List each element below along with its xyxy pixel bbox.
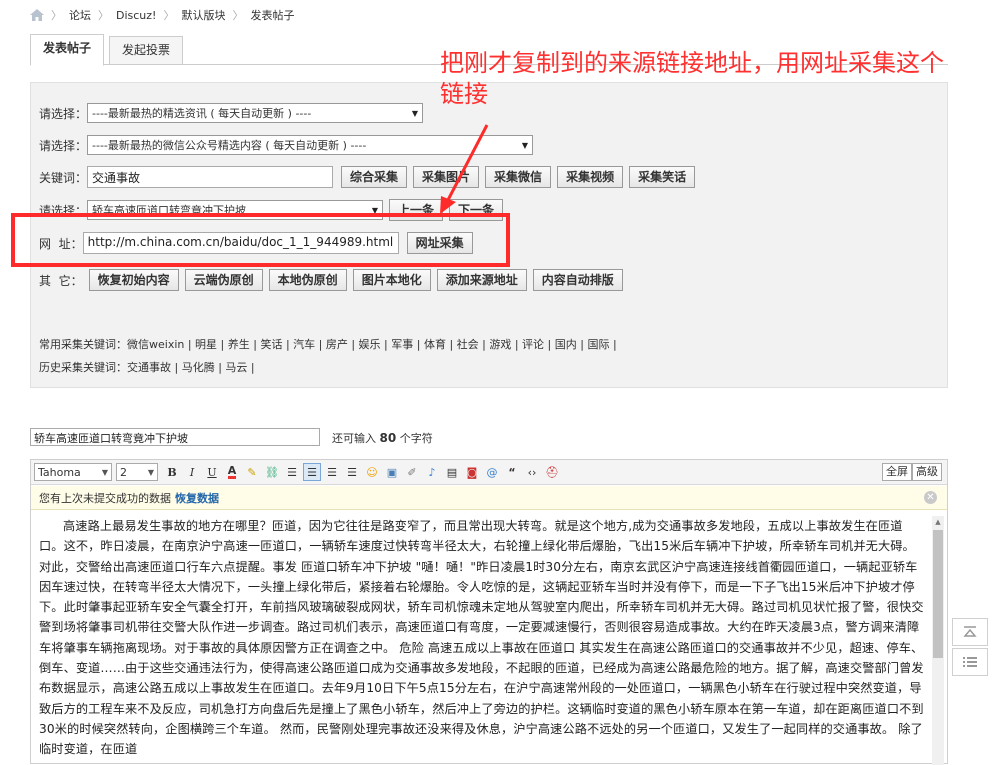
bold-icon[interactable]: B — [163, 463, 181, 481]
remaining-chars-hint: 还可输入 80 个字符 — [332, 430, 433, 446]
close-icon[interactable]: ✕ — [924, 491, 937, 504]
font-family-value: Tahoma — [38, 465, 81, 479]
remaining-count: 80 — [379, 431, 397, 445]
scroll-up-icon[interactable]: ▲ — [932, 516, 944, 528]
emoticon-icon[interactable]: ☺ — [363, 463, 381, 481]
link-icon[interactable]: ⛓ — [263, 463, 281, 481]
code-icon[interactable]: ‹› — [523, 463, 541, 481]
align-left-icon[interactable]: ☰ — [283, 463, 301, 481]
editor-content[interactable]: 高速路上最易发生事故的地方在哪里？匝道，因为它往往是路变窄了，而且常出现大转弯。… — [39, 516, 924, 760]
unsaved-data-notice: 您有上次未提交成功的数据 恢复数据 ✕ — [31, 486, 947, 510]
editor-scrollbar[interactable]: ▲ — [932, 516, 944, 765]
attachment-icon[interactable]: ✐ — [403, 463, 421, 481]
scrollbar-thumb[interactable] — [933, 530, 943, 658]
chevron-down-icon: ▼ — [147, 467, 154, 477]
chevron-down-icon: ▼ — [101, 467, 108, 477]
list-icon[interactable] — [952, 648, 988, 676]
background-color-icon[interactable]: ✎ — [243, 463, 261, 481]
underline-icon[interactable]: U — [203, 463, 221, 481]
font-color-icon[interactable]: A — [223, 463, 241, 481]
fullscreen-button[interactable]: 全屏 — [882, 463, 912, 481]
back-to-top-icon[interactable] — [952, 618, 988, 646]
rich-text-editor: Tahoma ▼ 2 ▼ B I U A ✎ ⛓ ☰ ☰ ☰ ☰ ☺ ▣ ✐ ♪… — [30, 459, 948, 765]
image-icon[interactable]: ▣ — [383, 463, 401, 481]
flash-icon[interactable]: ◙ — [463, 463, 481, 481]
notice-text: 您有上次未提交成功的数据 — [39, 491, 171, 505]
remaining-suffix: 个字符 — [399, 432, 433, 445]
italic-icon[interactable]: I — [183, 463, 201, 481]
music-icon[interactable]: ♪ — [423, 463, 441, 481]
editor-toolbar: Tahoma ▼ 2 ▼ B I U A ✎ ⛓ ☰ ☰ ☰ ☰ ☺ ▣ ✐ ♪… — [31, 460, 947, 485]
advanced-button[interactable]: 高级 — [912, 463, 942, 481]
font-size-select[interactable]: 2 ▼ — [116, 463, 158, 481]
restore-data-link[interactable]: 恢复数据 — [175, 490, 219, 506]
remaining-prefix: 还可输入 — [332, 432, 376, 445]
align-right-icon[interactable]: ☰ — [323, 463, 341, 481]
post-title-input[interactable]: 轿车高速匝道口转弯竟冲下护坡 — [30, 428, 320, 446]
align-justify-icon[interactable]: ☰ — [343, 463, 361, 481]
video-icon[interactable]: ▤ — [443, 463, 461, 481]
free-icon[interactable]: ⛑ — [543, 463, 561, 481]
font-size-value: 2 — [120, 465, 127, 479]
quote-icon[interactable]: “ — [503, 463, 521, 481]
mention-icon[interactable]: @ — [483, 463, 501, 481]
annotation-text: 把刚才复制到的来源链接地址，用网址采集这个链接 — [440, 49, 944, 108]
font-family-select[interactable]: Tahoma ▼ — [34, 463, 112, 481]
align-center-icon[interactable]: ☰ — [303, 463, 321, 481]
